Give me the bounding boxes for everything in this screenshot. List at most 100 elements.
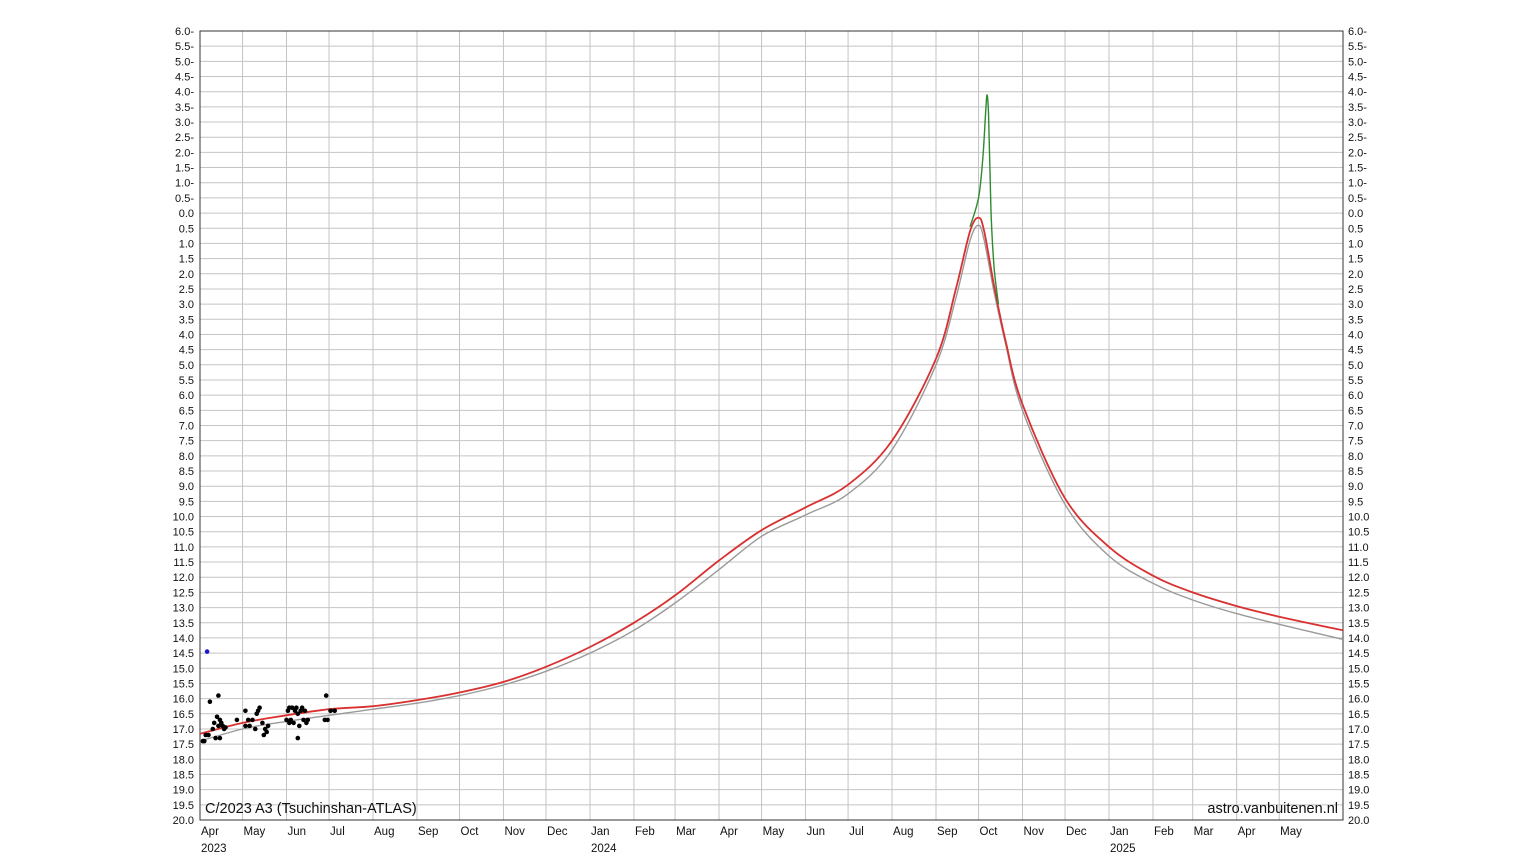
predicted-curve-red: [200, 216, 1343, 735]
y-tick-label-right: 2.0-: [1348, 147, 1367, 159]
y-tick-label-left: 6.0: [179, 390, 194, 402]
observation-point: [265, 723, 271, 729]
observation-point: [211, 720, 217, 726]
y-tick-label-left: 10.5: [173, 527, 194, 539]
y-tick-label-left: 17.0: [173, 724, 194, 736]
y-tick-label-right: 16.5: [1348, 709, 1369, 721]
observation-point: [325, 717, 330, 723]
y-tick-label-right: 16.0: [1348, 694, 1369, 706]
x-month-label: May: [1280, 826, 1302, 838]
x-month-label: May: [244, 826, 266, 838]
y-tick-label-right: 9.0: [1348, 481, 1363, 493]
x-month-label: Sep: [418, 826, 438, 838]
y-tick-label-left: 0.0: [179, 208, 194, 220]
y-tick-label-right: 2.0: [1348, 269, 1363, 281]
y-tick-label-left: 17.5: [173, 739, 194, 751]
y-tick-label-left: 3.0-: [175, 117, 194, 129]
x-month-label: Oct: [980, 826, 999, 838]
y-tick-label-left: 5.0-: [175, 56, 194, 68]
y-tick-label-right: 4.5-: [1348, 72, 1367, 84]
y-tick-label-right: 3.0-: [1348, 117, 1367, 129]
series-lines: [200, 93, 1343, 742]
x-month-label: Dec: [1066, 826, 1087, 838]
y-tick-label-right: 13.0: [1348, 603, 1369, 615]
x-month-label: Apr: [720, 826, 738, 838]
x-month-label: Feb: [635, 826, 655, 838]
y-tick-label-right: 2.5: [1348, 284, 1363, 296]
observation-point: [257, 705, 262, 710]
y-tick-label-right: 1.5: [1348, 254, 1363, 266]
y-tick-label-left: 19.5: [173, 800, 194, 812]
observation-point: [297, 723, 302, 729]
observation-point: [213, 735, 218, 741]
chart-title: C/2023 A3 (Tsuchinshan-ATLAS): [205, 801, 417, 817]
x-month-label: Nov: [504, 826, 525, 838]
observation-point: [305, 717, 311, 723]
y-tick-label-right: 15.0: [1348, 663, 1369, 675]
observation-point: [332, 708, 338, 714]
x-year-label: 2024: [591, 843, 617, 855]
y-tick-label-left: 7.0: [179, 421, 194, 433]
y-tick-label-left: 18.5: [173, 769, 194, 781]
y-tick-label-right: 0.0: [1348, 208, 1363, 220]
x-month-label: May: [763, 826, 785, 838]
x-month-label: Jul: [330, 826, 345, 838]
x-axis: Apr May Jun Jul Aug Sep Oct Nov Dec Jan Feb Mar Apr M…: [201, 826, 1302, 855]
y-tick-label-right: 3.0: [1348, 299, 1363, 311]
y-tick-label-right: 7.0: [1348, 421, 1363, 433]
observation-point: [207, 699, 213, 704]
y-tick-label-left: 9.5: [179, 496, 194, 508]
y-tick-label-right: 20.0: [1348, 815, 1369, 827]
observation-point: [294, 705, 299, 710]
y-tick-label-right: 11.5: [1348, 557, 1369, 569]
y-tick-label-left: 13.0: [173, 603, 194, 615]
y-axis-left: 6.0- 5.5- 5.0- 4.5- 4.0- 3.5- 3.0- 2.5- 2.0- 1.5-…: [173, 26, 195, 827]
y-tick-label-right: 2.5-: [1348, 132, 1367, 144]
y-tick-label-left: 4.0: [179, 329, 194, 341]
observation-point: [243, 708, 248, 714]
observation-point: [217, 735, 223, 741]
y-tick-label-left: 12.0: [173, 572, 194, 584]
observation-point: [291, 720, 296, 726]
y-tick-label-right: 5.0: [1348, 360, 1363, 372]
forward-scatter-curve-green: [969, 93, 1000, 305]
y-tick-label-right: 17.5: [1348, 739, 1369, 751]
y-tick-label-right: 15.5: [1348, 678, 1369, 690]
y-tick-label-left: 12.5: [173, 587, 194, 599]
observation-point: [260, 720, 265, 726]
y-tick-label-left: 15.5: [173, 678, 194, 690]
observation-point: [295, 735, 301, 741]
y-tick-label-left: 1.0-: [175, 178, 194, 190]
observation-point: [264, 729, 270, 735]
y-tick-label-right: 14.5: [1348, 648, 1369, 660]
y-tick-label-right: 4.5: [1348, 345, 1363, 357]
y-tick-label-left: 18.0: [173, 754, 194, 766]
y-tick-label-left: 0.5: [179, 223, 194, 235]
x-month-label: Oct: [461, 826, 480, 838]
y-tick-label-left: 9.0: [179, 481, 194, 493]
y-tick-label-left: 5.5: [179, 375, 194, 387]
y-tick-label-left: 2.0-: [175, 147, 194, 159]
y-tick-label-left: 8.5: [179, 466, 194, 478]
observation-point: [247, 723, 252, 729]
x-month-label: Jun: [807, 826, 826, 838]
y-tick-label-right: 12.0: [1348, 572, 1369, 584]
y-tick-label-left: 3.5-: [175, 102, 194, 114]
grid: [199, 30, 1343, 821]
y-tick-label-right: 8.5: [1348, 466, 1363, 478]
y-tick-label-right: 1.0: [1348, 238, 1363, 250]
observation-point: [204, 649, 210, 654]
observation-point: [206, 732, 211, 738]
x-month-label: Dec: [547, 826, 568, 838]
y-tick-label-right: 6.0-: [1348, 26, 1367, 38]
y-tick-label-left: 5.5-: [175, 41, 194, 53]
observation-point: [250, 717, 255, 723]
y-tick-label-right: 13.5: [1348, 618, 1369, 630]
y-tick-label-left: 6.5: [179, 405, 194, 417]
y-tick-label-left: 13.5: [173, 618, 194, 630]
x-month-label: Feb: [1154, 826, 1174, 838]
light-curve-chart: 6.0- 5.5- 5.0- 4.5- 4.0- 3.5- 3.0- 2.5- 2.0- 1.5-…: [173, 26, 1370, 855]
x-month-label: Jun: [288, 826, 307, 838]
y-tick-label-right: 1.5-: [1348, 163, 1367, 175]
y-tick-label-right: 18.5: [1348, 769, 1369, 781]
